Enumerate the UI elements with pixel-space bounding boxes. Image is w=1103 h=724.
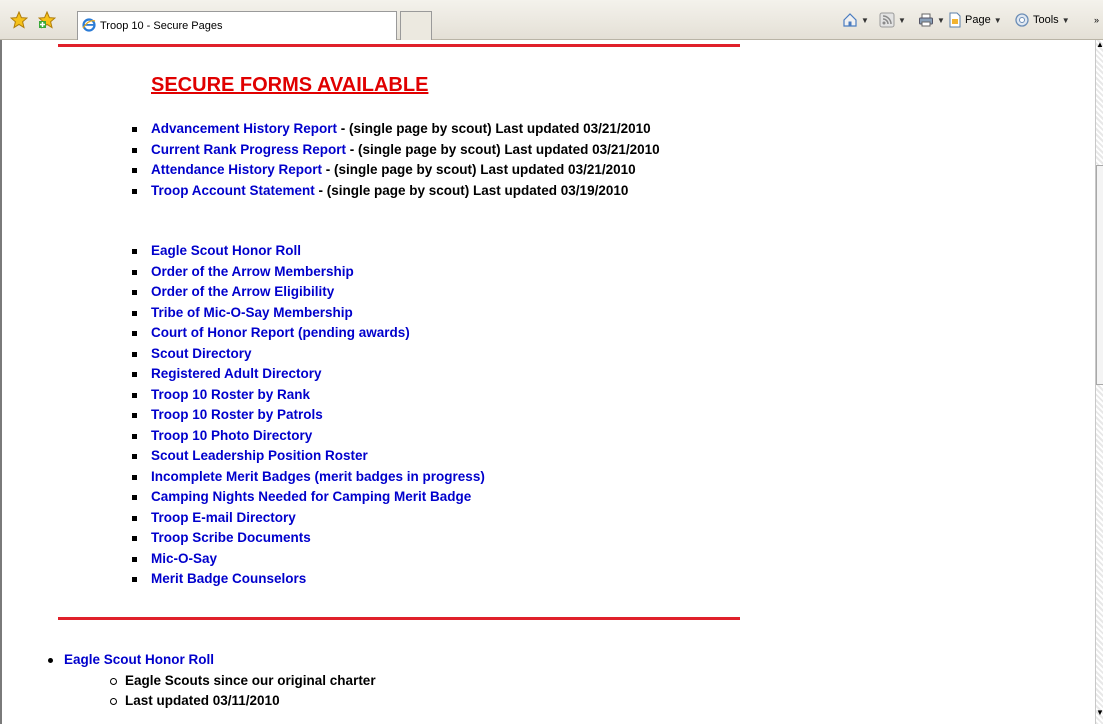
list-item: Current Rank Progress Report - (single p…	[132, 141, 660, 162]
list-item: Troop 10 Photo Directory	[132, 427, 485, 448]
report-desc: - (single page by scout) Last updated 03…	[337, 121, 651, 136]
page-dropdown-icon: ▼	[993, 15, 1002, 25]
print-button[interactable]: ▼	[918, 10, 945, 30]
feeds-icon	[879, 12, 895, 28]
form-link[interactable]: Registered Adult Directory	[151, 366, 322, 381]
favorites-star-icon[interactable]	[10, 11, 28, 29]
report-link[interactable]: Troop Account Statement	[151, 183, 315, 198]
list-item: Eagle Scout Honor Roll	[132, 242, 485, 263]
feeds-button[interactable]: ▼	[879, 10, 906, 30]
home-button[interactable]: ▼	[842, 10, 869, 30]
scroll-thumb[interactable]	[1096, 165, 1103, 385]
sublist-item: Last updated 03/11/2010	[110, 692, 376, 712]
list-item: Attendance History Report - (single page…	[132, 161, 660, 182]
tab-title: Troop 10 - Secure Pages	[100, 20, 223, 32]
form-link[interactable]: Troop 10 Roster by Patrols	[151, 407, 323, 422]
report-desc: - (single page by scout) Last updated 03…	[322, 162, 636, 177]
page-title: SECURE FORMS AVAILABLE	[151, 74, 429, 96]
form-link[interactable]: Mic-O-Say	[151, 551, 217, 566]
report-desc: - (single page by scout) Last updated 03…	[314, 182, 629, 198]
section-sublist: Eagle Scouts since our original charter …	[110, 672, 376, 712]
browser-toolbar: Troop 10 - Secure Pages ▼ ▼ ▼ Page ▼ Too…	[0, 0, 1103, 40]
list-item: Order of the Arrow Eligibility	[132, 283, 485, 304]
toolbar-overflow-icon[interactable]: »	[1094, 10, 1099, 30]
report-desc: - (single page by scout) Last updated 03…	[346, 141, 660, 157]
page-menu-button[interactable]: Page ▼	[947, 10, 1002, 30]
list-item: Court of Honor Report (pending awards)	[132, 324, 485, 345]
print-icon	[919, 13, 933, 27]
tools-dropdown-icon: ▼	[1061, 15, 1070, 25]
list-item: Camping Nights Needed for Camping Merit …	[132, 488, 485, 509]
report-link[interactable]: Advancement History Report	[151, 121, 337, 136]
list-item: Advancement History Report - (single pag…	[132, 120, 660, 141]
print-dropdown-icon[interactable]: ▼	[937, 16, 945, 25]
sublist-item: Eagle Scouts since our original charter	[110, 672, 376, 692]
tab-troop-10-secure-pages[interactable]: Troop 10 - Secure Pages	[77, 11, 397, 40]
form-link[interactable]: Order of the Arrow Eligibility	[151, 284, 334, 299]
list-item: Troop 10 Roster by Rank	[132, 386, 485, 407]
form-link[interactable]: Tribe of Mic-O-Say Membership	[151, 305, 353, 320]
list-item: Tribe of Mic-O-Say Membership	[132, 304, 485, 325]
feeds-dropdown-icon[interactable]: ▼	[898, 16, 906, 25]
gear-icon	[1015, 13, 1029, 27]
list-item: Troop Account Statement - (single page b…	[132, 182, 660, 203]
report-link[interactable]: Current Rank Progress Report	[151, 142, 346, 157]
forms-list: Eagle Scout Honor Roll Order of the Arro…	[132, 242, 485, 591]
report-link[interactable]: Attendance History Report	[151, 162, 322, 177]
form-link[interactable]: Troop 10 Photo Directory	[151, 428, 312, 443]
add-favorites-icon[interactable]	[38, 11, 56, 29]
list-item: Troop E-mail Directory	[132, 509, 485, 530]
scroll-up-arrow-icon[interactable]: ▲	[1096, 40, 1103, 60]
list-item: Eagle Scout Honor Roll Eagle Scouts sinc…	[46, 651, 376, 712]
form-link[interactable]: Eagle Scout Honor Roll	[151, 243, 301, 258]
new-tab-button[interactable]	[400, 11, 432, 40]
form-link[interactable]: Troop 10 Roster by Rank	[151, 387, 310, 402]
form-link[interactable]: Camping Nights Needed for Camping Merit …	[151, 489, 471, 504]
form-link[interactable]: Merit Badge Counselors	[151, 571, 306, 586]
home-icon	[843, 13, 857, 27]
form-link[interactable]: Scout Leadership Position Roster	[151, 448, 368, 463]
section-title-link[interactable]: Eagle Scout Honor Roll	[64, 652, 214, 667]
scroll-down-arrow-icon[interactable]: ▼	[1096, 708, 1103, 724]
list-item: Merit Badge Counselors	[132, 570, 485, 591]
tools-menu-button[interactable]: Tools ▼	[1014, 10, 1070, 30]
page-icon	[949, 12, 961, 28]
list-item: Mic-O-Say	[132, 550, 485, 571]
list-item: Scout Directory	[132, 345, 485, 366]
vertical-scrollbar[interactable]: ▲ ▼	[1095, 40, 1103, 724]
form-link[interactable]: Incomplete Merit Badges (merit badges in…	[151, 469, 485, 484]
form-link[interactable]: Court of Honor Report (pending awards)	[151, 325, 410, 340]
form-link[interactable]: Troop Scribe Documents	[151, 530, 311, 545]
window-frame-left	[0, 40, 2, 724]
form-link[interactable]: Troop E-mail Directory	[151, 510, 296, 525]
home-dropdown-icon[interactable]: ▼	[861, 16, 869, 25]
list-item: Incomplete Merit Badges (merit badges in…	[132, 468, 485, 489]
top-divider	[58, 44, 740, 47]
list-item: Order of the Arrow Membership	[132, 263, 485, 284]
form-link[interactable]: Scout Directory	[151, 346, 252, 361]
ie-page-icon	[82, 18, 96, 32]
tools-menu-label: Tools	[1033, 14, 1059, 26]
list-item: Registered Adult Directory	[132, 365, 485, 386]
list-item: Troop 10 Roster by Patrols	[132, 406, 485, 427]
honor-roll-section: Eagle Scout Honor Roll Eagle Scouts sinc…	[46, 651, 376, 712]
form-link[interactable]: Order of the Arrow Membership	[151, 264, 354, 279]
reports-list: Advancement History Report - (single pag…	[132, 120, 660, 202]
bottom-divider	[58, 617, 740, 620]
list-item: Scout Leadership Position Roster	[132, 447, 485, 468]
list-item: Troop Scribe Documents	[132, 529, 485, 550]
page-menu-label: Page	[965, 14, 991, 26]
